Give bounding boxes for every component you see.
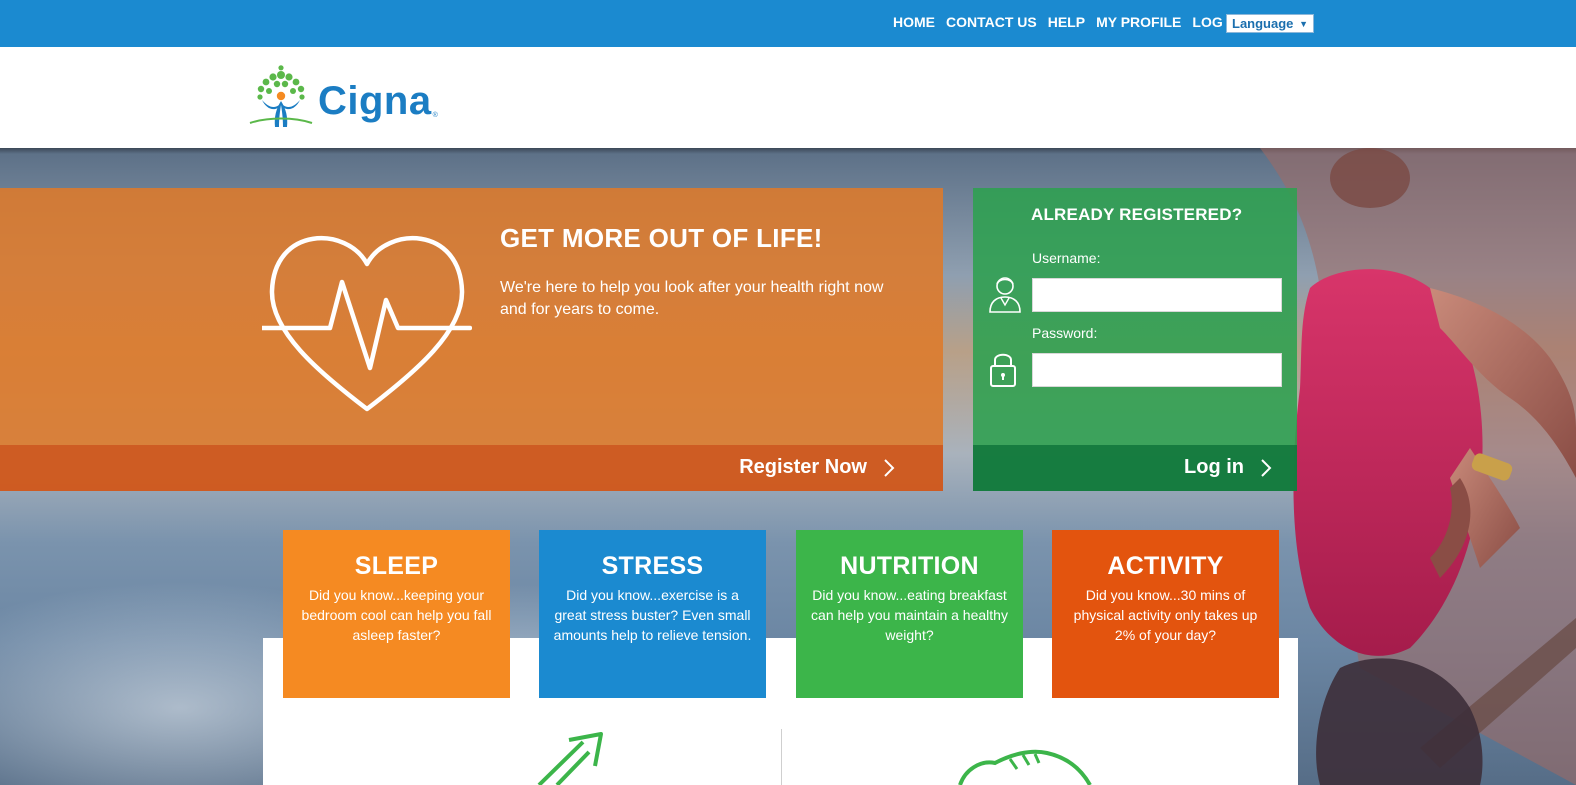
tile-nutrition[interactable]: NUTRITION Did you know...eating breakfas… bbox=[796, 530, 1023, 698]
top-nav-bar: HOME CONTACT US HELP MY PROFILE LOG IN L… bbox=[0, 0, 1576, 47]
username-label: Username: bbox=[1032, 250, 1101, 266]
tile-activity[interactable]: ACTIVITY Did you know...30 mins of physi… bbox=[1052, 530, 1279, 698]
tile-text: Did you know...eating breakfast can help… bbox=[811, 587, 1008, 643]
promo-description: We're here to help you look after your h… bbox=[500, 279, 884, 318]
login-panel: ALREADY REGISTERED? Username: Password: … bbox=[973, 188, 1297, 491]
nav-home-link[interactable]: HOME bbox=[893, 14, 935, 30]
tile-sleep[interactable]: SLEEP Did you know...keeping your bedroo… bbox=[283, 530, 510, 698]
password-label: Password: bbox=[1032, 325, 1098, 341]
log-in-label: Log in bbox=[1184, 456, 1244, 478]
language-select-label: Language bbox=[1232, 16, 1294, 31]
chevron-right-icon bbox=[884, 458, 895, 477]
logo-wordmark: Cigna bbox=[318, 79, 432, 123]
user-icon bbox=[989, 277, 1021, 313]
tile-text: Did you know...exercise is a great stres… bbox=[553, 587, 752, 643]
tile-title: NUTRITION bbox=[840, 552, 979, 580]
nav-help-link[interactable]: HELP bbox=[1048, 14, 1085, 30]
login-title: ALREADY REGISTERED? bbox=[1031, 205, 1243, 224]
tile-title: STRESS bbox=[601, 552, 704, 580]
password-input[interactable] bbox=[1032, 353, 1282, 387]
top-nav: HOME CONTACT US HELP MY PROFILE LOG IN bbox=[893, 14, 1252, 30]
tile-text: Did you know...30 mins of physical activ… bbox=[1073, 587, 1258, 643]
tile-title: SLEEP bbox=[354, 552, 439, 580]
register-bar: Register Now bbox=[0, 445, 943, 491]
log-in-button[interactable]: Log in bbox=[1184, 456, 1272, 479]
cigna-logo[interactable]: Cigna ® bbox=[248, 65, 438, 129]
lock-icon bbox=[990, 353, 1016, 387]
growth-arrow-icon bbox=[537, 732, 603, 785]
tile-text: Did you know...keeping your bedroom cool… bbox=[301, 587, 492, 643]
sneaker-icon bbox=[958, 749, 1092, 785]
site-header: Cigna ® bbox=[0, 47, 1576, 148]
language-select[interactable]: Language ▼ bbox=[1226, 14, 1314, 33]
register-now-label: Register Now bbox=[739, 456, 867, 478]
heart-pulse-icon bbox=[262, 235, 472, 412]
tree-of-life-icon bbox=[249, 65, 313, 127]
nav-contact-us-link[interactable]: CONTACT US bbox=[946, 14, 1037, 30]
nav-my-profile-link[interactable]: MY PROFILE bbox=[1096, 14, 1181, 30]
content-divider bbox=[781, 729, 782, 785]
username-input[interactable] bbox=[1032, 278, 1282, 312]
logo-registered-mark: ® bbox=[432, 112, 438, 119]
promo-title: GET MORE OUT OF LIFE! bbox=[500, 223, 823, 253]
login-bar: Log in bbox=[973, 445, 1297, 491]
tile-stress[interactable]: STRESS Did you know...exercise is a grea… bbox=[539, 530, 766, 698]
chevron-right-icon bbox=[1261, 458, 1272, 477]
tile-title: ACTIVITY bbox=[1107, 552, 1224, 580]
register-now-button[interactable]: Register Now bbox=[739, 456, 895, 479]
dropdown-caret-icon: ▼ bbox=[1299, 18, 1308, 29]
